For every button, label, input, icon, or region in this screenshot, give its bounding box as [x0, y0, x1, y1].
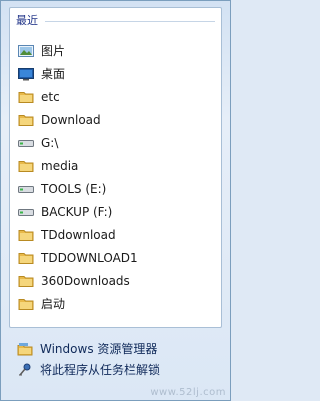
folder-icon [18, 115, 34, 126]
folder-icon [18, 230, 34, 241]
folder-icon [18, 161, 34, 172]
task-label: Windows 资源管理器 [40, 342, 158, 356]
recent-list: 图片 桌面 etc Download G:\ media TOOLS (E:) … [10, 40, 221, 316]
list-item-download[interactable]: Download [10, 109, 221, 132]
task-unpin-from-taskbar[interactable]: 将此程序从任务栏解锁 [1, 360, 230, 381]
list-item-label: BACKUP (F:) [41, 205, 113, 219]
list-item-pictures[interactable]: 图片 [10, 40, 221, 63]
list-item-startup[interactable]: 启动 [10, 293, 221, 316]
list-item-desktop[interactable]: 桌面 [10, 63, 221, 86]
list-item-etc[interactable]: etc [10, 86, 221, 109]
list-item-360downloads[interactable]: 360Downloads [10, 270, 221, 293]
list-item-label: TDdownload [41, 228, 116, 242]
folder-icon [18, 92, 34, 103]
list-item-label: 桌面 [41, 67, 66, 81]
list-item-tools-drive[interactable]: TOOLS (E:) [10, 178, 221, 201]
list-item-label: media [41, 159, 79, 173]
list-item-media[interactable]: media [10, 155, 221, 178]
recent-header: 最近 [16, 14, 38, 27]
drive-icon [18, 209, 34, 216]
list-item-label: etc [41, 90, 60, 104]
list-item-label: G:\ [41, 136, 59, 150]
folder-icon [18, 253, 34, 264]
desktop-icon [18, 68, 34, 81]
list-item-backup-drive[interactable]: BACKUP (F:) [10, 201, 221, 224]
folder-icon [18, 276, 34, 287]
jump-list: 最近 图片 桌面 etc Download G:\ media TOOLS (E… [0, 0, 231, 401]
list-item-label: 启动 [41, 297, 66, 311]
task-windows-explorer[interactable]: Windows 资源管理器 [1, 339, 230, 360]
list-item-tddownload1[interactable]: TDDOWNLOAD1 [10, 247, 221, 270]
list-item-label: 360Downloads [41, 274, 130, 288]
pictures-icon [18, 45, 34, 57]
list-item-label: 图片 [41, 44, 66, 58]
header-divider [45, 21, 215, 22]
list-item-label: TOOLS (E:) [41, 182, 107, 196]
list-item-drive-g[interactable]: G:\ [10, 132, 221, 155]
task-label: 将此程序从任务栏解锁 [40, 363, 161, 377]
unpin-icon [19, 363, 31, 376]
list-item-tddownload[interactable]: TDdownload [10, 224, 221, 247]
drive-icon [18, 186, 34, 193]
drive-icon [18, 140, 34, 147]
list-item-label: TDDOWNLOAD1 [41, 251, 138, 265]
recent-panel: 最近 图片 桌面 etc Download G:\ media TOOLS (E… [9, 7, 222, 328]
folder-icon [18, 299, 34, 310]
list-item-label: Download [41, 113, 101, 127]
task-list: Windows 资源管理器 将此程序从任务栏解锁 [1, 339, 230, 381]
explorer-icon [17, 343, 33, 356]
watermark: www.52lj.com [150, 387, 226, 398]
